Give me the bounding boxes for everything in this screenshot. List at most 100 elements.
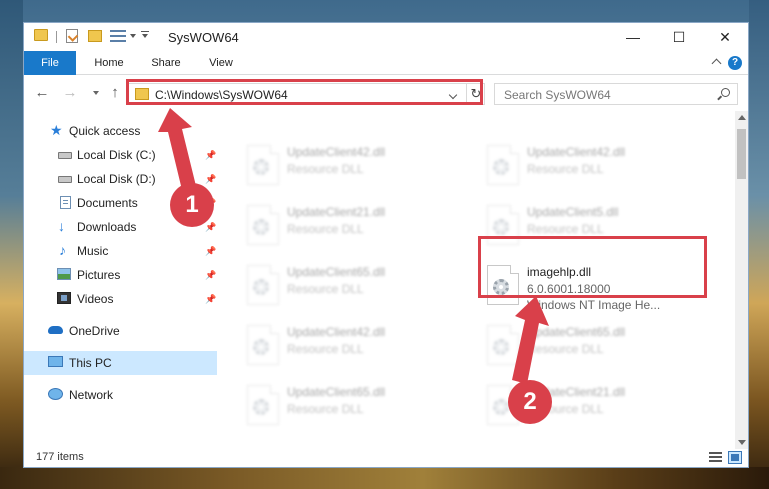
sidebar-item-network[interactable]: Network xyxy=(24,383,217,407)
gear-icon xyxy=(253,339,269,355)
pin-icon[interactable]: 📌 xyxy=(205,175,216,184)
details-view-icon[interactable] xyxy=(709,452,722,463)
window-title: SysWOW64 xyxy=(168,30,239,45)
file-name: UpdateClient65.dll xyxy=(287,385,386,399)
gear-icon xyxy=(493,399,509,415)
tab-file[interactable]: File xyxy=(24,51,76,75)
sidebar-item-pictures[interactable]: Pictures 📌 xyxy=(24,263,217,287)
properties-icon[interactable] xyxy=(66,29,78,43)
file-item[interactable]: UpdateClient42.dll Resource DLL xyxy=(479,139,709,197)
gear-icon xyxy=(253,159,269,175)
file-type: Resource DLL xyxy=(527,222,604,236)
scroll-down-icon[interactable] xyxy=(738,440,746,445)
view-options-dropdown-icon[interactable] xyxy=(130,34,136,38)
tab-share[interactable]: Share xyxy=(140,51,192,75)
desktop-wallpaper-left xyxy=(0,0,23,489)
file-item[interactable]: UpdateClient65.dll Resource DLL xyxy=(239,259,469,317)
sidebar-item-label: Local Disk (C:) xyxy=(77,148,156,162)
pin-icon[interactable]: 📌 xyxy=(205,247,216,256)
folder-icon xyxy=(34,29,48,41)
gear-icon xyxy=(253,279,269,295)
address-bar-highlight xyxy=(126,79,483,105)
file-item[interactable]: UpdateClient21.dll Resource DLL xyxy=(239,199,469,257)
pin-icon[interactable]: 📌 xyxy=(205,271,216,280)
pc-icon xyxy=(48,356,63,367)
sidebar-item-label: Local Disk (D:) xyxy=(77,172,156,186)
file-name: UpdateClient65.dll xyxy=(287,265,386,279)
title-bar: SysWOW64 — ☐ ✕ xyxy=(24,23,748,51)
gear-icon xyxy=(493,159,509,175)
sidebar-item-videos[interactable]: Videos 📌 xyxy=(24,287,217,311)
star-icon: ★ xyxy=(50,122,63,138)
scroll-up-icon[interactable] xyxy=(738,115,746,120)
ribbon-tabs: File Home Share View ? xyxy=(24,51,748,75)
pin-icon[interactable]: 📌 xyxy=(205,151,216,160)
file-name: UpdateClient42.dll xyxy=(527,145,626,159)
callout-2: 2 xyxy=(508,380,552,424)
desktop-wallpaper-right xyxy=(749,0,769,489)
navigation-pane: ★ Quick access Local Disk (C:) 📌 Local D… xyxy=(24,111,217,449)
sidebar-item-label: Downloads xyxy=(77,220,137,234)
documents-icon xyxy=(60,196,71,209)
music-icon: ♪ xyxy=(59,242,66,258)
sidebar-item-label: Network xyxy=(69,388,114,402)
disk-icon xyxy=(58,176,72,183)
callout-1: 1 xyxy=(170,183,214,227)
file-item[interactable]: UpdateClient65.dll Resource DLL xyxy=(239,379,469,437)
help-icon[interactable]: ? xyxy=(728,56,742,70)
file-item[interactable]: UpdateClient65.dll Resource DLL xyxy=(479,319,709,377)
maximize-button[interactable]: ☐ xyxy=(656,23,702,51)
sidebar-item-local-disk-c[interactable]: Local Disk (C:) 📌 xyxy=(24,143,217,167)
sidebar-item-music[interactable]: ♪ Music 📌 xyxy=(24,239,217,263)
file-item[interactable]: UpdateClient42.dll Resource DLL xyxy=(239,319,469,377)
close-button[interactable]: ✕ xyxy=(702,23,748,51)
tab-home[interactable]: Home xyxy=(82,51,136,75)
sidebar-item-label: This PC xyxy=(69,356,112,370)
sidebar-item-label: Music xyxy=(77,244,109,258)
scrollbar-thumb[interactable] xyxy=(737,129,746,179)
file-description: Windows NT Image He... xyxy=(527,298,661,312)
file-name: UpdateClient65.dll xyxy=(527,325,626,339)
file-name: UpdateClient5.dll xyxy=(527,205,619,219)
sidebar-item-label: Pictures xyxy=(77,268,121,282)
file-type: Resource DLL xyxy=(287,342,364,356)
view-options-icon[interactable] xyxy=(110,30,126,42)
sidebar-item-quick-access[interactable]: ★ Quick access xyxy=(24,119,217,143)
sidebar-item-onedrive[interactable]: OneDrive xyxy=(24,319,217,343)
pin-icon[interactable]: 📌 xyxy=(205,223,216,232)
search-icon[interactable] xyxy=(721,88,730,97)
videos-icon xyxy=(57,292,71,304)
file-type: Resource DLL xyxy=(527,162,604,176)
network-icon xyxy=(48,388,63,400)
new-folder-icon[interactable] xyxy=(88,30,102,42)
file-name: UpdateClient21.dll xyxy=(287,205,386,219)
sidebar-item-label: Quick access xyxy=(69,124,141,138)
file-item[interactable]: UpdateClient42.dll Resource DLL xyxy=(239,139,469,197)
sidebar-item-this-pc[interactable]: This PC xyxy=(24,351,217,375)
large-icons-view-icon[interactable] xyxy=(728,451,742,464)
customize-toolbar-icon[interactable] xyxy=(141,29,150,39)
status-bar: 177 items xyxy=(24,449,748,467)
file-type: Resource DLL xyxy=(287,402,364,416)
gear-icon xyxy=(493,339,509,355)
download-icon: ↓ xyxy=(58,218,65,234)
tab-view[interactable]: View xyxy=(196,51,246,75)
minimize-button[interactable]: — xyxy=(610,23,656,51)
up-button[interactable]: ↑ xyxy=(107,85,123,101)
pin-icon[interactable]: 📌 xyxy=(205,295,216,304)
collapse-ribbon-icon[interactable] xyxy=(711,58,722,69)
onedrive-icon xyxy=(48,326,63,334)
search-input[interactable]: Search SysWOW64 xyxy=(494,83,738,105)
forward-button[interactable]: → xyxy=(62,85,78,101)
sidebar-item-label: Videos xyxy=(77,292,114,306)
file-name: UpdateClient42.dll xyxy=(287,145,386,159)
back-button[interactable]: ← xyxy=(34,85,50,101)
file-type: Resource DLL xyxy=(287,222,364,236)
item-count: 177 items xyxy=(36,451,84,463)
recent-locations-icon[interactable] xyxy=(93,91,99,95)
file-type: Resource DLL xyxy=(287,162,364,176)
file-type: Resource DLL xyxy=(527,342,604,356)
toolbar-divider xyxy=(56,31,57,43)
search-placeholder: Search SysWOW64 xyxy=(504,88,611,102)
vertical-scrollbar[interactable] xyxy=(735,111,748,449)
